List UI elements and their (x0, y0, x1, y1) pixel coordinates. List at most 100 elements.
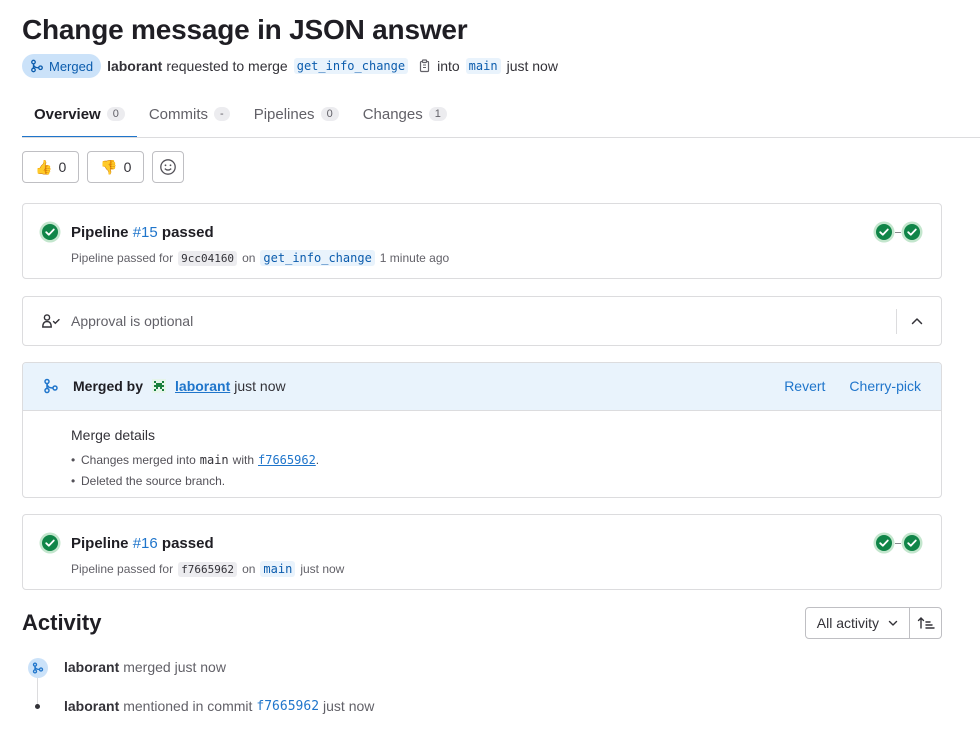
merge-details-list: Changes merged into main with f7665962 .… (71, 449, 941, 491)
tab-count: 0 (106, 107, 125, 121)
mr-tabs: Overview 0 Commits - Pipelines 0 Changes… (22, 92, 980, 138)
status-badge: Merged (22, 54, 102, 78)
sort-order-button[interactable] (910, 607, 942, 639)
merged-time: just now (234, 378, 286, 394)
activity-controls: All activity (804, 607, 942, 639)
mr-meta: Merged laborant requested to merge get_i… (22, 54, 558, 78)
tabs-divider (22, 137, 980, 138)
pipeline-stages (873, 221, 923, 243)
thumbs-up-count: 0 (58, 159, 67, 175)
thumbs-down-count: 0 (123, 159, 132, 175)
status-success-icon[interactable] (39, 221, 61, 243)
thumbs-down-button[interactable]: 👎 0 (87, 151, 145, 183)
list-item: Changes merged into main with f7665962 . (71, 449, 941, 470)
thumbs-up-button[interactable]: 👍 0 (22, 151, 80, 183)
pipeline-status: passed (161, 534, 214, 552)
pipeline-branch[interactable]: get_info_change (260, 250, 375, 266)
pipeline-label: Pipeline (71, 534, 129, 552)
pipeline-link[interactable]: #16 (133, 535, 158, 552)
tab-commits[interactable]: Commits - (137, 92, 242, 136)
activity-filter-dropdown[interactable]: All activity (804, 607, 910, 639)
tab-label: Pipelines (253, 105, 315, 123)
reactions-bar: 👍 0 👎 0 (22, 151, 185, 183)
pipeline-label: Pipeline (71, 223, 129, 241)
merged-by-user-link[interactable]: laborant (175, 378, 230, 394)
smiley-icon (160, 159, 177, 175)
cherry-pick-button[interactable]: Cherry-pick (849, 378, 921, 394)
activity-time: just now (323, 698, 375, 714)
status-badge-label: Merged (49, 58, 94, 74)
list-item: Deleted the source branch. (71, 470, 941, 491)
stage-success-icon[interactable] (901, 532, 923, 554)
stage-success-icon[interactable] (873, 221, 895, 243)
merge-commit-link[interactable]: f7665962 (258, 453, 316, 467)
source-branch[interactable]: get_info_change (293, 58, 409, 74)
on-text: on (242, 251, 256, 265)
chevron-down-icon (888, 620, 898, 626)
approval-row: Approval is optional (23, 297, 941, 345)
approval-divider (896, 309, 897, 334)
tab-count: - (214, 107, 230, 121)
activity-user-link[interactable]: laborant (64, 698, 119, 714)
revert-button[interactable]: Revert (784, 378, 825, 394)
activity-item: laborant merged just now (64, 659, 226, 675)
chevron-up-icon[interactable] (909, 313, 925, 329)
commit-link[interactable]: f7665962 (256, 699, 319, 714)
timeline-connector (37, 676, 38, 704)
pipeline-card-16: Pipeline #16 passed Pipeline passed for … (22, 514, 942, 590)
detail-branch: main (199, 452, 229, 467)
pipeline-time: 1 minute ago (379, 251, 450, 265)
detail-suffix: . (315, 452, 320, 467)
target-branch[interactable]: main (465, 58, 501, 74)
tab-overview[interactable]: Overview 0 (22, 92, 137, 138)
pipeline-branch[interactable]: main (260, 561, 296, 577)
tab-pipelines[interactable]: Pipelines 0 (242, 92, 351, 136)
activity-text: merged just now (123, 659, 226, 675)
merge-icon (32, 662, 44, 674)
commit-sha[interactable]: f7665962 (178, 561, 238, 577)
on-text: on (242, 562, 256, 576)
add-reaction-button[interactable] (152, 151, 185, 183)
timeline-dot (35, 704, 40, 709)
page-title: Change message in JSON answer (22, 14, 468, 45)
requested-text: requested to merge (166, 58, 288, 74)
merge-icon (44, 378, 58, 394)
copy-icon[interactable] (418, 59, 432, 73)
merge-details: Merge details Changes merged into main w… (23, 411, 941, 497)
merged-by-text: Merged by (73, 378, 144, 394)
tab-label: Commits (148, 105, 209, 123)
stage-success-icon[interactable] (901, 221, 923, 243)
stage-success-icon[interactable] (873, 532, 895, 554)
pipeline-stages (873, 532, 923, 554)
commit-sha[interactable]: 9cc04160 (178, 250, 238, 266)
pipeline-passed-for: Pipeline passed for (71, 562, 174, 576)
tab-label: Changes (362, 105, 423, 123)
detail-with: with (232, 452, 254, 467)
pipeline-card-15: Pipeline #15 passed Pipeline passed for … (22, 203, 942, 279)
sort-icon (917, 617, 935, 629)
pipeline-link[interactable]: #15 (133, 224, 158, 241)
merge-details-title: Merge details (71, 427, 156, 443)
merged-actions: Revert Cherry-pick (784, 378, 921, 394)
activity-user-link[interactable]: laborant (64, 659, 119, 675)
status-success-icon[interactable] (39, 532, 61, 554)
pipeline-time: just now (300, 562, 345, 576)
merge-time: just now (506, 58, 558, 74)
into-text: into (437, 58, 460, 74)
thumbs-down-icon: 👎 (100, 158, 118, 175)
avatar[interactable] (151, 378, 167, 394)
approval-icon (42, 314, 60, 328)
detail-text: Changes merged into (81, 452, 196, 467)
tab-label: Overview (34, 105, 101, 123)
pipeline-header: Pipeline #16 passed (39, 532, 214, 554)
merged-card: Merged by laborant just now Revert Cherr… (22, 362, 942, 498)
author-link[interactable]: laborant (107, 58, 162, 74)
approval-text: Approval is optional (71, 313, 194, 329)
pipeline-status: passed (161, 223, 214, 241)
pipeline-passed-for: Pipeline passed for (71, 251, 174, 265)
activity-title: Activity (22, 610, 102, 635)
pipeline-subtext: Pipeline passed for 9cc04160 on get_info… (71, 250, 449, 266)
approval-card: Approval is optional (22, 296, 942, 346)
activity-text: mentioned in commit (123, 698, 253, 714)
tab-changes[interactable]: Changes 1 (351, 92, 459, 136)
